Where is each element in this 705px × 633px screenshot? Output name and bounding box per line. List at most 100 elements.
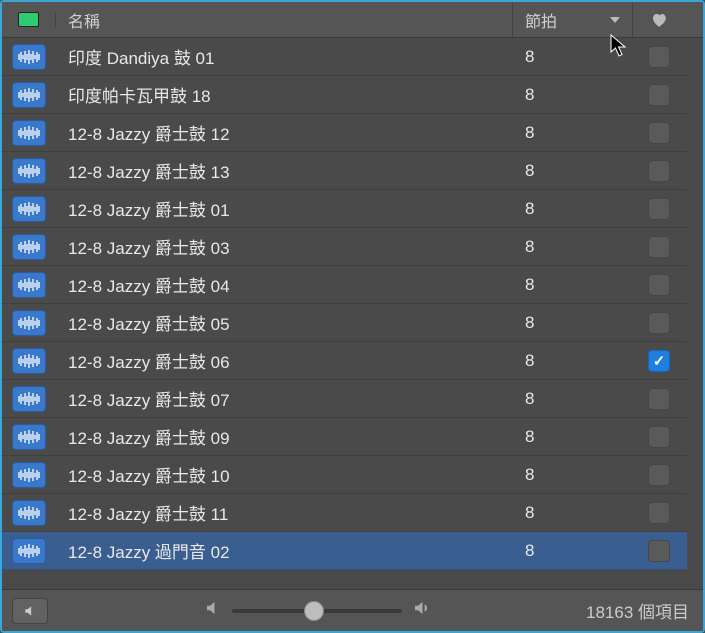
chevron-down-icon <box>610 17 620 23</box>
table-row[interactable]: 12-8 Jazzy 爵士鼓 108 <box>2 456 703 494</box>
loop-list[interactable]: 印度 Dandiya 鼓 018印度帕卡瓦甲鼓 18812-8 Jazzy 爵士… <box>2 38 703 590</box>
favorite-checkbox[interactable] <box>648 464 670 486</box>
row-name: 12-8 Jazzy 爵士鼓 07 <box>56 386 513 411</box>
header-name-column[interactable]: 名稱 <box>56 2 513 37</box>
table-row[interactable]: 12-8 Jazzy 爵士鼓 118 <box>2 494 703 532</box>
favorite-checkbox[interactable] <box>648 198 670 220</box>
audio-loop-icon <box>12 462 46 488</box>
row-name: 12-8 Jazzy 爵士鼓 13 <box>56 158 513 183</box>
row-name: 12-8 Jazzy 過門音 02 <box>56 538 513 563</box>
table-row[interactable]: 印度 Dandiya 鼓 018 <box>2 38 703 76</box>
item-count-label: 18163 個項目 <box>586 598 689 623</box>
row-beats: 8 <box>513 123 633 143</box>
row-favorite-cell[interactable] <box>633 84 685 106</box>
favorite-checkbox[interactable] <box>648 84 670 106</box>
row-favorite-cell[interactable] <box>633 198 685 220</box>
table-row[interactable]: 12-8 Jazzy 爵士鼓 058 <box>2 304 703 342</box>
row-beats: 8 <box>513 541 633 561</box>
favorite-checkbox[interactable] <box>648 540 670 562</box>
favorite-checkbox[interactable] <box>648 274 670 296</box>
table-row[interactable]: 12-8 Jazzy 爵士鼓 068 <box>2 342 703 380</box>
favorite-checkbox[interactable] <box>648 160 670 182</box>
row-favorite-cell[interactable] <box>633 122 685 144</box>
row-beats: 8 <box>513 465 633 485</box>
audio-loop-icon <box>12 348 46 374</box>
row-beats: 8 <box>513 313 633 333</box>
preview-play-button[interactable] <box>12 598 48 624</box>
header-favorite-column[interactable] <box>633 2 685 37</box>
row-beats: 8 <box>513 275 633 295</box>
row-favorite-cell[interactable] <box>633 350 685 372</box>
audio-loop-icon <box>12 310 46 336</box>
audio-loop-icon <box>12 120 46 146</box>
favorite-checkbox[interactable] <box>648 388 670 410</box>
row-favorite-cell[interactable] <box>633 502 685 524</box>
audio-loop-icon <box>12 538 46 564</box>
table-row[interactable]: 印度帕卡瓦甲鼓 188 <box>2 76 703 114</box>
row-favorite-cell[interactable] <box>633 312 685 334</box>
audio-loop-icon <box>12 196 46 222</box>
row-beats: 8 <box>513 503 633 523</box>
table-row[interactable]: 12-8 Jazzy 爵士鼓 138 <box>2 152 703 190</box>
favorite-checkbox[interactable] <box>648 312 670 334</box>
favorite-checkbox[interactable] <box>648 236 670 258</box>
table-row[interactable]: 12-8 Jazzy 爵士鼓 098 <box>2 418 703 456</box>
table-row[interactable]: 12-8 Jazzy 爵士鼓 038 <box>2 228 703 266</box>
row-icon-cell <box>2 196 56 222</box>
row-favorite-cell[interactable] <box>633 160 685 182</box>
audio-loop-icon <box>12 82 46 108</box>
row-beats: 8 <box>513 389 633 409</box>
header-beats-label: 節拍 <box>525 8 557 32</box>
table-row[interactable]: 12-8 Jazzy 爵士鼓 078 <box>2 380 703 418</box>
row-name: 12-8 Jazzy 爵士鼓 09 <box>56 424 513 449</box>
row-favorite-cell[interactable] <box>633 46 685 68</box>
row-name: 12-8 Jazzy 爵士鼓 11 <box>56 500 513 525</box>
table-row[interactable]: 12-8 Jazzy 過門音 028 <box>2 532 703 570</box>
volume-slider[interactable] <box>232 609 402 613</box>
row-icon-cell <box>2 44 56 70</box>
favorite-checkbox[interactable] <box>648 426 670 448</box>
row-name: 12-8 Jazzy 爵士鼓 10 <box>56 462 513 487</box>
table-row[interactable]: 12-8 Jazzy 爵士鼓 048 <box>2 266 703 304</box>
header-name-label: 名稱 <box>68 8 100 32</box>
favorite-checkbox[interactable] <box>648 46 670 68</box>
audio-loop-icon <box>12 272 46 298</box>
row-beats: 8 <box>513 427 633 447</box>
favorite-checkbox[interactable] <box>648 350 670 372</box>
row-favorite-cell[interactable] <box>633 388 685 410</box>
volume-slider-thumb[interactable] <box>304 601 324 621</box>
row-beats: 8 <box>513 85 633 105</box>
heart-icon <box>650 11 668 29</box>
row-name: 12-8 Jazzy 爵士鼓 05 <box>56 310 513 335</box>
audio-loop-icon <box>12 234 46 260</box>
row-beats: 8 <box>513 161 633 181</box>
favorite-checkbox[interactable] <box>648 122 670 144</box>
row-icon-cell <box>2 538 56 564</box>
row-icon-cell <box>2 234 56 260</box>
row-beats: 8 <box>513 47 633 67</box>
row-favorite-cell[interactable] <box>633 540 685 562</box>
row-favorite-cell[interactable] <box>633 426 685 448</box>
row-favorite-cell[interactable] <box>633 274 685 296</box>
row-favorite-cell[interactable] <box>633 464 685 486</box>
waveform-badge-icon <box>18 12 39 27</box>
speaker-high-icon <box>412 599 430 622</box>
header-beats-column[interactable]: 節拍 <box>513 2 633 37</box>
table-row[interactable]: 12-8 Jazzy 爵士鼓 018 <box>2 190 703 228</box>
row-name: 12-8 Jazzy 爵士鼓 01 <box>56 196 513 221</box>
scrollbar-track[interactable] <box>687 38 703 589</box>
audio-loop-icon <box>12 44 46 70</box>
table-row[interactable]: 12-8 Jazzy 爵士鼓 128 <box>2 114 703 152</box>
row-icon-cell <box>2 424 56 450</box>
favorite-checkbox[interactable] <box>648 502 670 524</box>
row-icon-cell <box>2 158 56 184</box>
row-favorite-cell[interactable] <box>633 236 685 258</box>
row-icon-cell <box>2 82 56 108</box>
row-icon-cell <box>2 272 56 298</box>
row-beats: 8 <box>513 351 633 371</box>
header-icon-cell[interactable] <box>2 12 56 27</box>
row-icon-cell <box>2 462 56 488</box>
speaker-low-icon <box>204 599 222 622</box>
row-name: 印度 Dandiya 鼓 01 <box>56 44 513 69</box>
row-icon-cell <box>2 348 56 374</box>
